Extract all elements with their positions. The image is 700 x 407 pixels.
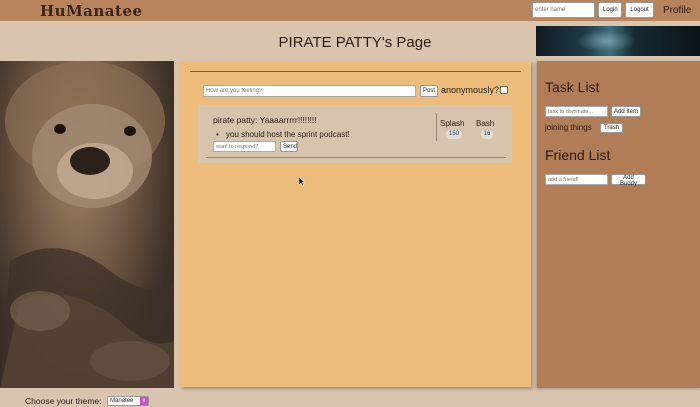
card-divider	[436, 113, 437, 141]
feed-divider	[190, 71, 521, 72]
splash-button[interactable]: Splash	[440, 119, 464, 128]
top-nav-bar: HuManatee Login Logout Profile	[0, 0, 700, 21]
add-buddy-button[interactable]: Add Buddy	[611, 174, 646, 187]
post-button[interactable]: Post	[420, 85, 438, 97]
card-bottom-divider	[206, 157, 506, 158]
profile-link[interactable]: Profile	[663, 5, 691, 16]
anonymous-checkbox[interactable]	[500, 86, 508, 94]
bash-count-badge: 16	[481, 130, 493, 139]
feed-panel: Post anonymously? pirate patty: Yaaaarrr…	[180, 61, 531, 387]
theme-select-value: Manatee	[110, 398, 134, 404]
page-title: PIRATE PATTY's Page	[278, 34, 432, 51]
task-input[interactable]	[545, 106, 608, 117]
friend-input[interactable]	[545, 174, 608, 185]
task-item: joining things	[545, 123, 592, 132]
reply-item: you should host the sprint podcast!	[216, 130, 350, 139]
app-logo[interactable]: HuManatee	[40, 2, 143, 20]
send-button[interactable]: Send	[280, 141, 298, 152]
banner-image	[536, 26, 700, 56]
bash-button[interactable]: Bash	[476, 119, 494, 128]
post-text: pirate patty: Yaaaarrrrr!!!!!!!!	[213, 115, 317, 125]
logout-button[interactable]: Logout	[625, 2, 654, 18]
anonymous-label: anonymously?	[441, 85, 500, 95]
theme-select[interactable]: Manatee ⇕	[107, 396, 149, 406]
login-button[interactable]: Login	[598, 2, 622, 18]
splash-count-badge: 150	[446, 130, 462, 139]
otter-image	[0, 61, 174, 388]
trash-button[interactable]: Trash	[600, 123, 623, 133]
post-card: pirate patty: Yaaaarrrrr!!!!!!!! you sho…	[198, 105, 512, 163]
mouse-cursor-icon	[299, 177, 305, 186]
sidebar-panel: Task List Add Item joining things Trash …	[537, 61, 700, 388]
select-arrow-icon: ⇕	[140, 397, 148, 405]
friend-list-title: Friend List	[545, 147, 611, 163]
name-input[interactable]	[532, 2, 595, 18]
add-item-button[interactable]: Add Item	[611, 106, 641, 117]
theme-label: Choose your theme:	[25, 396, 102, 406]
feeling-input[interactable]	[203, 85, 416, 97]
respond-input[interactable]	[213, 141, 276, 152]
task-list-title: Task List	[545, 79, 600, 95]
